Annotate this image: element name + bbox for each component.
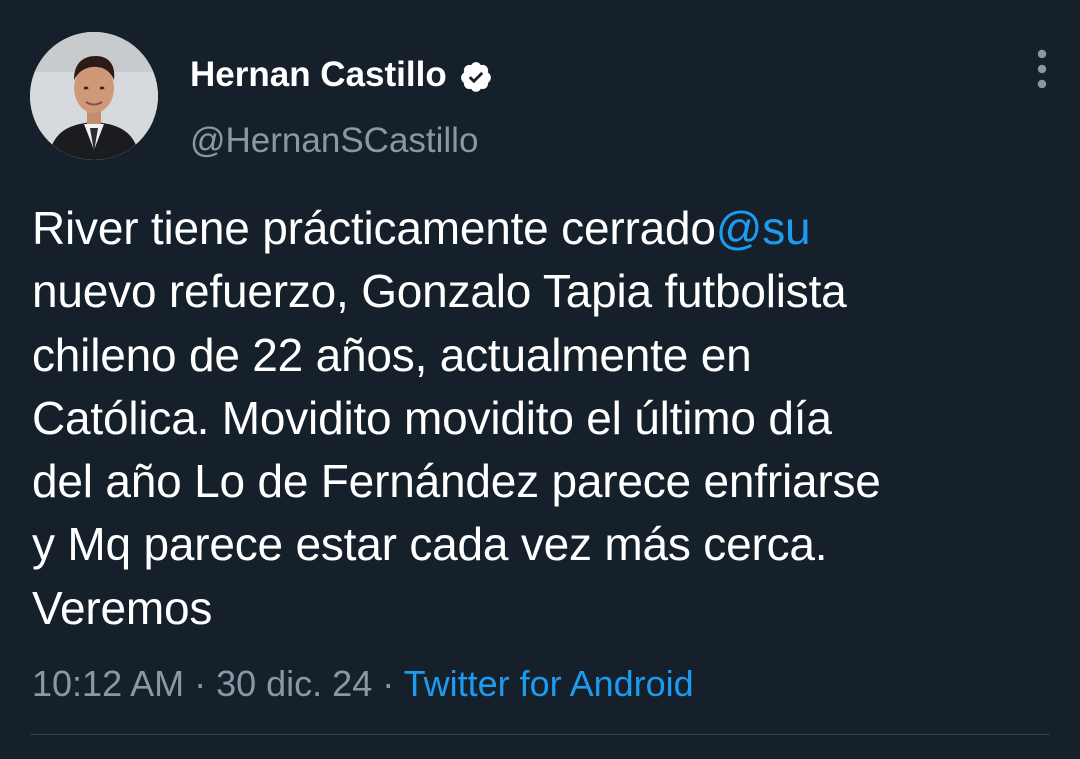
tweet-text: River tiene prácticamente cerrado@su nue…	[32, 197, 1062, 640]
meta-separator: ·	[372, 663, 404, 704]
tweet-meta: 10:12 AM · 30 dic. 24 · Twitter for Andr…	[32, 660, 694, 708]
tweet-line: nuevo refuerzo, Gonzalo Tapia futbolista	[32, 265, 847, 318]
more-vertical-icon[interactable]	[1028, 48, 1056, 90]
tweet-line: River tiene prácticamente cerrado@su	[32, 197, 1062, 260]
author-name-row[interactable]: Hernan Castillo	[190, 50, 493, 100]
tweet-line: chileno de 22 años, actualmente en	[32, 328, 752, 381]
meta-separator: ·	[184, 663, 217, 704]
author-name[interactable]: Hernan Castillo	[190, 50, 447, 100]
divider	[30, 734, 1050, 735]
tweet-line-text: River tiene prácticamente cerrado	[32, 202, 716, 254]
avatar-photo	[30, 32, 158, 160]
tweet-date[interactable]: 30 dic. 24	[216, 663, 372, 704]
tweet-line: Católica. Movidito movidito el último dí…	[32, 391, 832, 444]
tweet-line: y Mq parece estar cada vez más cerca.	[32, 518, 828, 571]
tweet-time[interactable]: 10:12 AM	[32, 663, 184, 704]
verified-badge-icon	[459, 58, 493, 92]
author-handle[interactable]: @HernanSCastillo	[190, 116, 478, 166]
tweet-line: Veremos	[32, 581, 213, 634]
avatar[interactable]	[30, 32, 158, 160]
mention-link[interactable]: @su	[716, 202, 811, 254]
tweet-source-link[interactable]: Twitter for Android	[404, 663, 694, 704]
tweet-line: del año Lo de Fernández parece enfriarse	[32, 455, 881, 508]
